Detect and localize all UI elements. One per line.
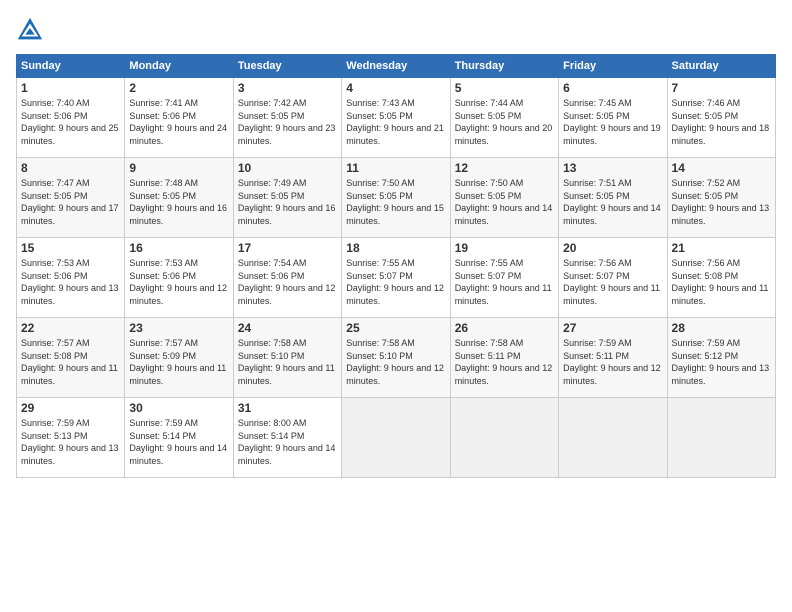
day-cell-27: 27Sunrise: 7:59 AMSunset: 5:11 PMDayligh…	[559, 318, 667, 398]
day-cell-29: 29Sunrise: 7:59 AMSunset: 5:13 PMDayligh…	[17, 398, 125, 478]
header-saturday: Saturday	[667, 55, 775, 78]
day-cell-26: 26Sunrise: 7:58 AMSunset: 5:11 PMDayligh…	[450, 318, 558, 398]
logo-icon	[16, 16, 44, 44]
page-header	[16, 16, 776, 44]
day-cell-7: 7Sunrise: 7:46 AMSunset: 5:05 PMDaylight…	[667, 78, 775, 158]
day-cell-empty	[450, 398, 558, 478]
day-cell-8: 8Sunrise: 7:47 AMSunset: 5:05 PMDaylight…	[17, 158, 125, 238]
calendar-week-5: 29Sunrise: 7:59 AMSunset: 5:13 PMDayligh…	[17, 398, 776, 478]
header-sunday: Sunday	[17, 55, 125, 78]
header-monday: Monday	[125, 55, 233, 78]
logo	[16, 16, 48, 44]
day-cell-empty	[559, 398, 667, 478]
day-cell-22: 22Sunrise: 7:57 AMSunset: 5:08 PMDayligh…	[17, 318, 125, 398]
day-cell-16: 16Sunrise: 7:53 AMSunset: 5:06 PMDayligh…	[125, 238, 233, 318]
day-cell-23: 23Sunrise: 7:57 AMSunset: 5:09 PMDayligh…	[125, 318, 233, 398]
day-cell-14: 14Sunrise: 7:52 AMSunset: 5:05 PMDayligh…	[667, 158, 775, 238]
day-cell-3: 3Sunrise: 7:42 AMSunset: 5:05 PMDaylight…	[233, 78, 341, 158]
day-cell-6: 6Sunrise: 7:45 AMSunset: 5:05 PMDaylight…	[559, 78, 667, 158]
day-cell-empty	[667, 398, 775, 478]
header-thursday: Thursday	[450, 55, 558, 78]
calendar-table: SundayMondayTuesdayWednesdayThursdayFrid…	[16, 54, 776, 478]
header-wednesday: Wednesday	[342, 55, 450, 78]
calendar-week-2: 8Sunrise: 7:47 AMSunset: 5:05 PMDaylight…	[17, 158, 776, 238]
day-cell-25: 25Sunrise: 7:58 AMSunset: 5:10 PMDayligh…	[342, 318, 450, 398]
calendar-week-4: 22Sunrise: 7:57 AMSunset: 5:08 PMDayligh…	[17, 318, 776, 398]
day-cell-13: 13Sunrise: 7:51 AMSunset: 5:05 PMDayligh…	[559, 158, 667, 238]
day-cell-18: 18Sunrise: 7:55 AMSunset: 5:07 PMDayligh…	[342, 238, 450, 318]
day-cell-12: 12Sunrise: 7:50 AMSunset: 5:05 PMDayligh…	[450, 158, 558, 238]
day-cell-21: 21Sunrise: 7:56 AMSunset: 5:08 PMDayligh…	[667, 238, 775, 318]
header-row: SundayMondayTuesdayWednesdayThursdayFrid…	[17, 55, 776, 78]
day-cell-20: 20Sunrise: 7:56 AMSunset: 5:07 PMDayligh…	[559, 238, 667, 318]
day-cell-19: 19Sunrise: 7:55 AMSunset: 5:07 PMDayligh…	[450, 238, 558, 318]
day-cell-24: 24Sunrise: 7:58 AMSunset: 5:10 PMDayligh…	[233, 318, 341, 398]
day-cell-17: 17Sunrise: 7:54 AMSunset: 5:06 PMDayligh…	[233, 238, 341, 318]
day-cell-empty	[342, 398, 450, 478]
calendar-week-1: 1Sunrise: 7:40 AMSunset: 5:06 PMDaylight…	[17, 78, 776, 158]
day-cell-4: 4Sunrise: 7:43 AMSunset: 5:05 PMDaylight…	[342, 78, 450, 158]
day-cell-1: 1Sunrise: 7:40 AMSunset: 5:06 PMDaylight…	[17, 78, 125, 158]
day-cell-2: 2Sunrise: 7:41 AMSunset: 5:06 PMDaylight…	[125, 78, 233, 158]
day-cell-9: 9Sunrise: 7:48 AMSunset: 5:05 PMDaylight…	[125, 158, 233, 238]
calendar-week-3: 15Sunrise: 7:53 AMSunset: 5:06 PMDayligh…	[17, 238, 776, 318]
day-cell-31: 31Sunrise: 8:00 AMSunset: 5:14 PMDayligh…	[233, 398, 341, 478]
day-cell-10: 10Sunrise: 7:49 AMSunset: 5:05 PMDayligh…	[233, 158, 341, 238]
day-cell-11: 11Sunrise: 7:50 AMSunset: 5:05 PMDayligh…	[342, 158, 450, 238]
day-cell-28: 28Sunrise: 7:59 AMSunset: 5:12 PMDayligh…	[667, 318, 775, 398]
day-cell-30: 30Sunrise: 7:59 AMSunset: 5:14 PMDayligh…	[125, 398, 233, 478]
header-tuesday: Tuesday	[233, 55, 341, 78]
day-cell-15: 15Sunrise: 7:53 AMSunset: 5:06 PMDayligh…	[17, 238, 125, 318]
day-cell-5: 5Sunrise: 7:44 AMSunset: 5:05 PMDaylight…	[450, 78, 558, 158]
header-friday: Friday	[559, 55, 667, 78]
